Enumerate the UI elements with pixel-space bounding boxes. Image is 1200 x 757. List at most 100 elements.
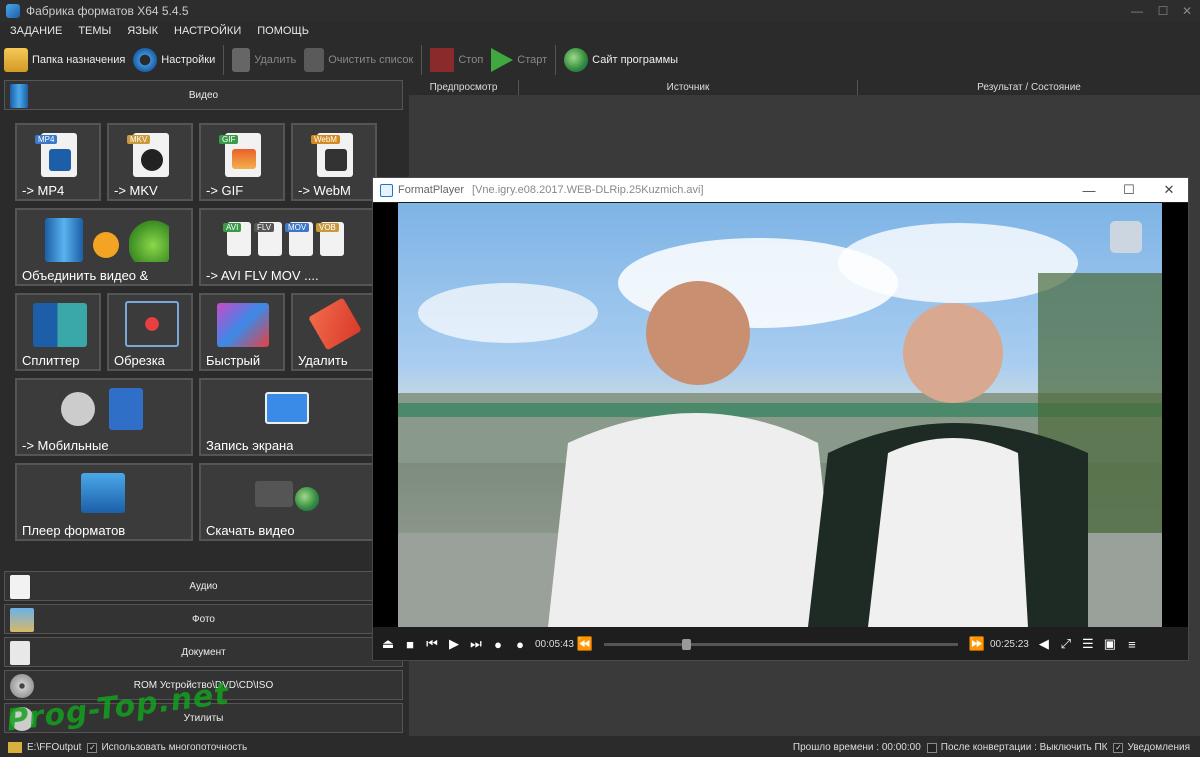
person-left-head <box>646 281 750 385</box>
next-icon[interactable]: ⏭ <box>465 633 487 655</box>
close-icon[interactable]: ✕ <box>1149 178 1189 202</box>
snapshot-icon[interactable]: ▣ <box>1099 633 1121 655</box>
tile-webm[interactable]: WebM -> WebM <box>291 123 377 201</box>
letterbox-right <box>1162 203 1188 627</box>
minimize-icon[interactable]: — <box>1124 0 1150 22</box>
column-source[interactable]: Источник <box>519 80 858 95</box>
menu-settings[interactable]: НАСТРОЙКИ <box>164 25 247 37</box>
toolbar-separator <box>555 45 557 75</box>
play-icon[interactable]: ▶ <box>443 633 465 655</box>
film-icon <box>49 149 71 171</box>
seek-bar[interactable] <box>603 638 958 650</box>
category-audio[interactable]: Аудио <box>4 571 403 601</box>
elapsed-time: Прошло времени : 00:00:00 <box>792 742 921 753</box>
tile-player[interactable]: Плеер форматов <box>15 463 193 541</box>
mark-a-icon[interactable]: ● <box>487 633 509 655</box>
current-time: 00:05:43 <box>535 638 574 650</box>
folder-icon <box>4 48 28 72</box>
stop-icon <box>430 48 455 72</box>
eraser-icon <box>308 297 362 351</box>
minimize-icon[interactable]: — <box>1069 178 1109 202</box>
tile-remove[interactable]: Удалить <box>291 293 377 371</box>
music-note-icon <box>10 575 30 599</box>
tile-label: Быстрый <box>206 353 261 368</box>
equalizer-icon[interactable]: ☰ <box>1077 633 1099 655</box>
playlist-icon[interactable]: ≡ <box>1121 633 1143 655</box>
eject-icon[interactable]: ⏏ <box>377 633 399 655</box>
output-path[interactable]: E:\FFOutput <box>27 742 81 753</box>
status-bar: E:\FFOutput ✓ Использовать многопоточнос… <box>0 738 1200 757</box>
tile-mobile[interactable]: -> Мобильные <box>15 378 193 456</box>
plus-icon <box>93 232 119 258</box>
settings-button[interactable]: Настройки <box>129 43 219 77</box>
rewind-icon[interactable]: ⏪ <box>574 633 596 655</box>
webm-badge: WebM <box>311 135 340 144</box>
stop-button[interactable]: Стоп <box>426 43 487 77</box>
mov-badge: MOV <box>285 223 310 232</box>
tile-label: -> Мобильные <box>22 438 109 453</box>
splitter-icon <box>33 303 87 347</box>
tile-splitter[interactable]: Сплиттер <box>15 293 101 371</box>
title-bar: Фабрика форматов X64 5.4.5 — ☐ ✕ <box>0 0 1200 22</box>
maximize-icon[interactable]: ☐ <box>1109 178 1149 202</box>
column-preview[interactable]: Предпросмотр <box>409 80 519 95</box>
tile-label: Удалить <box>298 353 348 368</box>
notify-checkbox[interactable]: ✓ <box>1113 742 1124 753</box>
globe-icon <box>564 48 589 72</box>
menu-help[interactable]: ПОМОЩЬ <box>247 25 315 37</box>
after-convert-checkbox[interactable] <box>926 742 937 753</box>
clear-list-icon <box>304 48 325 72</box>
tile-crop[interactable]: Обрезка <box>107 293 193 371</box>
tile-label: Скачать видео <box>206 523 295 538</box>
column-result[interactable]: Результат / Состояние <box>858 80 1200 95</box>
start-button[interactable]: Старт <box>487 43 551 77</box>
video-frame[interactable] <box>398 203 1162 627</box>
channel-logo <box>1110 221 1142 253</box>
tile-label: -> WebM <box>298 183 351 198</box>
category-document[interactable]: Документ <box>4 637 403 667</box>
video-scene <box>398 221 1162 627</box>
letterbox-left <box>373 203 398 627</box>
previous-icon[interactable]: ⏮ <box>421 633 443 655</box>
mkv-badge: MKV <box>127 135 151 144</box>
tile-label: Плеер форматов <box>22 523 126 538</box>
stop-icon[interactable]: ■ <box>399 633 421 655</box>
music-note-icon <box>129 220 169 262</box>
volume-icon[interactable]: ◀ <box>1033 633 1055 655</box>
tile-gif[interactable]: GIF -> GIF <box>199 123 285 201</box>
dest-folder-button[interactable]: Папка назначения <box>0 43 129 77</box>
tile-screen-record[interactable]: Запись экрана <box>199 378 377 456</box>
tile-label: -> MKV <box>114 183 158 198</box>
multithread-checkbox[interactable]: ✓ <box>87 742 98 753</box>
menu-language[interactable]: ЯЗЫК <box>117 25 164 37</box>
menu-themes[interactable]: ТЕМЫ <box>68 25 117 37</box>
menu-task[interactable]: ЗАДАНИЕ <box>0 25 68 37</box>
gear-icon <box>133 48 158 72</box>
fast-forward-icon[interactable]: ⏩ <box>966 633 988 655</box>
play-icon <box>491 48 514 72</box>
tile-mkv[interactable]: MKV -> MKV <box>107 123 193 201</box>
maximize-icon[interactable]: ☐ <box>1150 0 1176 22</box>
website-button[interactable]: Сайт программы <box>560 43 682 77</box>
close-icon[interactable]: ✕ <box>1174 0 1200 22</box>
person-right-head <box>903 303 1003 403</box>
tile-merge[interactable]: Объединить видео & <box>15 208 193 286</box>
vob-badge: VOB <box>316 223 339 232</box>
clear-list-button[interactable]: Очистить список <box>300 43 417 77</box>
film-reel-icon <box>61 392 95 426</box>
category-photo[interactable]: Фото <box>4 604 403 634</box>
tile-download[interactable]: Скачать видео <box>199 463 377 541</box>
fullscreen-icon[interactable]: ⤢ <box>1055 633 1077 655</box>
mark-b-icon[interactable]: ● <box>509 633 531 655</box>
tile-label: Обрезка <box>114 353 165 368</box>
player-window: FormatPlayer [Vne.igry.e08.2017.WEB-DLRi… <box>372 177 1189 661</box>
tile-fast[interactable]: Быстрый <box>199 293 285 371</box>
category-video[interactable]: Видео <box>4 80 403 110</box>
player-title-bar: FormatPlayer [Vne.igry.e08.2017.WEB-DLRi… <box>373 178 1188 202</box>
tile-mp4[interactable]: MP4 -> MP4 <box>15 123 101 201</box>
tile-avi-flv-mov[interactable]: AVI FLV MOV VOB -> AVI FLV MOV .... <box>199 208 377 286</box>
delete-button[interactable]: Удалить <box>228 43 300 77</box>
photo-icon <box>10 608 34 632</box>
seek-thumb[interactable] <box>681 638 691 650</box>
film-strip-icon <box>45 218 83 262</box>
